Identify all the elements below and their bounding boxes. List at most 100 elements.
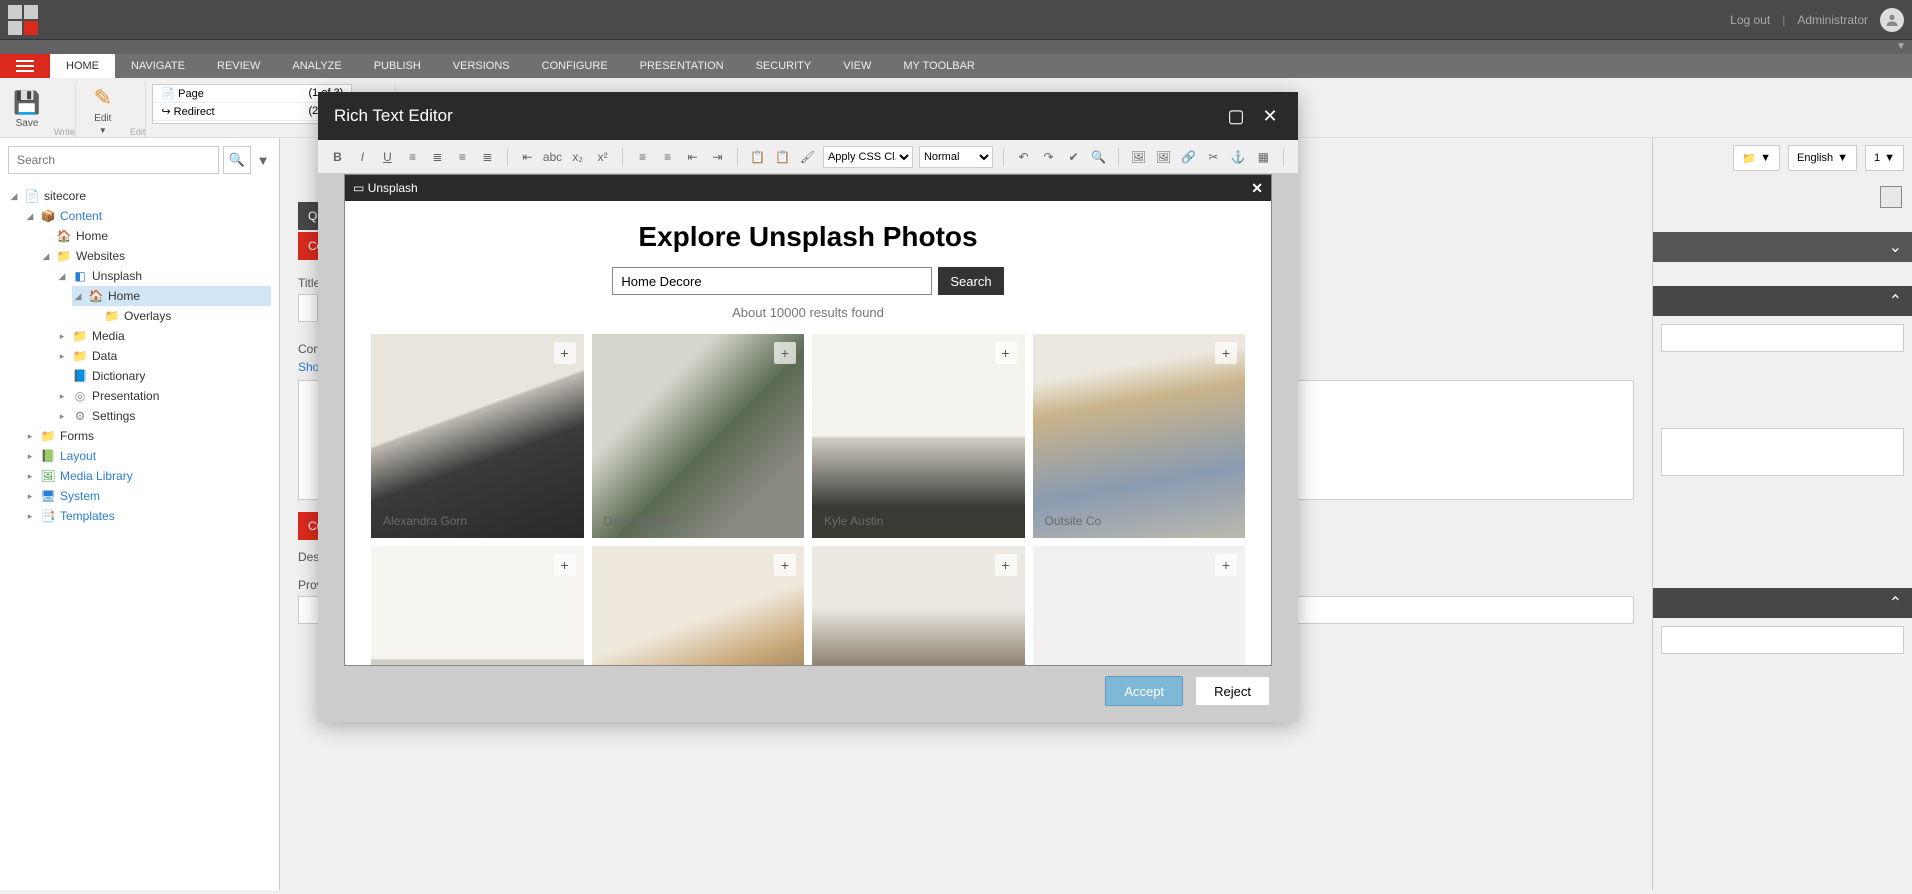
align-justify-button[interactable]: ≣	[478, 150, 497, 164]
tree-root[interactable]: ◢📄sitecore	[8, 186, 271, 206]
search-options[interactable]: ▼	[255, 146, 271, 174]
add-photo-button[interactable]: +	[774, 554, 796, 576]
paragraph-select[interactable]: Normal	[919, 146, 993, 168]
search-button[interactable]: 🔍	[223, 146, 251, 174]
add-photo-button[interactable]: +	[554, 554, 576, 576]
tree-data[interactable]: ▸📁Data	[56, 346, 271, 366]
tab-analyze[interactable]: ANALYZE	[276, 54, 357, 78]
tree-layout[interactable]: ▸📗Layout	[24, 446, 271, 466]
tree-overlays[interactable]: 📁Overlays	[88, 306, 271, 326]
photo-card[interactable]: +	[1033, 546, 1246, 665]
save-button[interactable]: 💾 Save	[0, 82, 54, 137]
photo-card[interactable]: +Outsite Co	[1033, 334, 1246, 538]
list-ordered-button[interactable]: ≡	[633, 150, 652, 164]
tree-settings[interactable]: ▸⚙Settings	[56, 406, 271, 426]
bold-button[interactable]: B	[328, 150, 347, 164]
add-photo-button[interactable]: +	[1215, 554, 1237, 576]
add-photo-button[interactable]: +	[774, 342, 796, 364]
accordion-bar-2[interactable]: ⌃	[1653, 286, 1912, 316]
add-photo-button[interactable]: +	[554, 342, 576, 364]
tree-media[interactable]: ▸📁Media	[56, 326, 271, 346]
tab-navigate[interactable]: NAVIGATE	[115, 54, 201, 78]
tree-unsplash[interactable]: ◢◧Unsplash	[56, 266, 271, 286]
field-title-input[interactable]	[298, 294, 318, 322]
align-right-button[interactable]: ≡	[453, 150, 472, 164]
close-button[interactable]: ✕	[1258, 104, 1282, 128]
tree-templates[interactable]: ▸📑Templates	[24, 506, 271, 526]
rp-input-3[interactable]	[1661, 626, 1904, 654]
photo-card[interactable]: +Kyle Austin	[812, 334, 1025, 538]
photo-card[interactable]: +	[592, 546, 805, 665]
tree-forms[interactable]: ▸📁Forms	[24, 426, 271, 446]
tree-dictionary[interactable]: 📘Dictionary	[56, 366, 271, 386]
table-button[interactable]: ▦	[1254, 150, 1273, 164]
edit-button[interactable]: ✎ Edit▼	[76, 82, 130, 137]
link-button[interactable]: 🔗	[1179, 150, 1198, 164]
tree-home[interactable]: 🏠Home	[40, 226, 271, 246]
outdent-button[interactable]: ⇤	[683, 150, 702, 164]
add-photo-button[interactable]: +	[995, 342, 1017, 364]
tab-view[interactable]: VIEW	[827, 54, 887, 78]
unlink-button[interactable]: ✂	[1204, 150, 1223, 164]
menu-button[interactable]	[0, 54, 50, 78]
subscript-button[interactable]: x₂	[568, 150, 587, 164]
logout-link[interactable]: Log out	[1730, 13, 1770, 27]
align-left-button[interactable]: ≡	[403, 150, 422, 164]
strikethrough-button[interactable]: abc	[543, 150, 562, 164]
tab-presentation[interactable]: PRESENTATION	[624, 54, 740, 78]
align-center-button[interactable]: ≣	[428, 150, 447, 164]
rp-input-1[interactable]	[1661, 324, 1904, 352]
tree-media-library[interactable]: ▸🖼Media Library	[24, 466, 271, 486]
unsplash-search-input[interactable]	[612, 267, 932, 295]
format-paint-button[interactable]: 🖌	[798, 150, 817, 164]
add-photo-button[interactable]: +	[995, 554, 1017, 576]
accept-button[interactable]: Accept	[1105, 676, 1183, 706]
photo-card[interactable]: +Dane Deaner	[592, 334, 805, 538]
paste-word-button[interactable]: 📋	[773, 150, 792, 164]
add-photo-button[interactable]: +	[1215, 342, 1237, 364]
redo-button[interactable]: ↷	[1039, 150, 1058, 164]
superscript-button[interactable]: x²	[593, 150, 612, 164]
photo-card[interactable]: +Alexandra Gorn	[371, 334, 584, 538]
unsplash-close-button[interactable]: ✕	[1251, 180, 1263, 197]
indent2-button[interactable]: ⇥	[708, 150, 727, 164]
user-avatar[interactable]	[1880, 8, 1904, 32]
unsplash-search-button[interactable]: Search	[938, 267, 1003, 295]
photo-card[interactable]: +	[371, 546, 584, 665]
spellcheck-button[interactable]: ✔	[1064, 150, 1083, 164]
list-unordered-button[interactable]: ≡	[658, 150, 677, 164]
tab-review[interactable]: REVIEW	[201, 54, 276, 78]
tree-websites[interactable]: ◢📁Websites	[40, 246, 271, 266]
chevron-down-icon[interactable]: ▼	[1896, 41, 1906, 52]
underline-button[interactable]: U	[378, 150, 397, 164]
tab-home[interactable]: HOME	[50, 54, 115, 78]
accordion-bar-1[interactable]: ⌄	[1653, 232, 1912, 262]
tree-search-input[interactable]	[8, 146, 219, 174]
tab-configure[interactable]: CONFIGURE	[526, 54, 624, 78]
css-class-select[interactable]: Apply CSS Cl...	[823, 146, 913, 168]
tab-versions[interactable]: VERSIONS	[437, 54, 526, 78]
image-button[interactable]: 🖼	[1129, 150, 1148, 164]
rp-input-2[interactable]	[1661, 428, 1904, 476]
find-button[interactable]: 🔍	[1089, 150, 1108, 164]
tree-presentation[interactable]: ▸◎Presentation	[56, 386, 271, 406]
folder-dropdown[interactable]: 📁▼	[1733, 145, 1780, 171]
media-button[interactable]: 🖼	[1154, 150, 1173, 164]
tab-publish[interactable]: PUBLISH	[358, 54, 437, 78]
accordion-bar-3[interactable]: ⌃	[1653, 588, 1912, 618]
anchor-button[interactable]: ⚓	[1229, 150, 1248, 164]
tree-system[interactable]: ▸🖥System	[24, 486, 271, 506]
undo-button[interactable]: ↶	[1014, 150, 1033, 164]
reject-button[interactable]: Reject	[1195, 676, 1270, 706]
italic-button[interactable]: I	[353, 150, 372, 164]
photo-card[interactable]: +	[812, 546, 1025, 665]
maximize-button[interactable]: ▢	[1224, 104, 1248, 128]
paste-button[interactable]: 📋	[748, 150, 767, 164]
tree-content[interactable]: ◢📦Content	[24, 206, 271, 226]
indent-button[interactable]: ⇤	[518, 150, 537, 164]
tree-home-selected[interactable]: ◢🏠Home	[72, 286, 271, 306]
language-dropdown[interactable]: English▼	[1788, 145, 1857, 171]
tab-my-toolbar[interactable]: MY TOOLBAR	[887, 54, 991, 78]
tab-security[interactable]: SECURITY	[740, 54, 828, 78]
version-dropdown[interactable]: 1▼	[1865, 145, 1904, 171]
